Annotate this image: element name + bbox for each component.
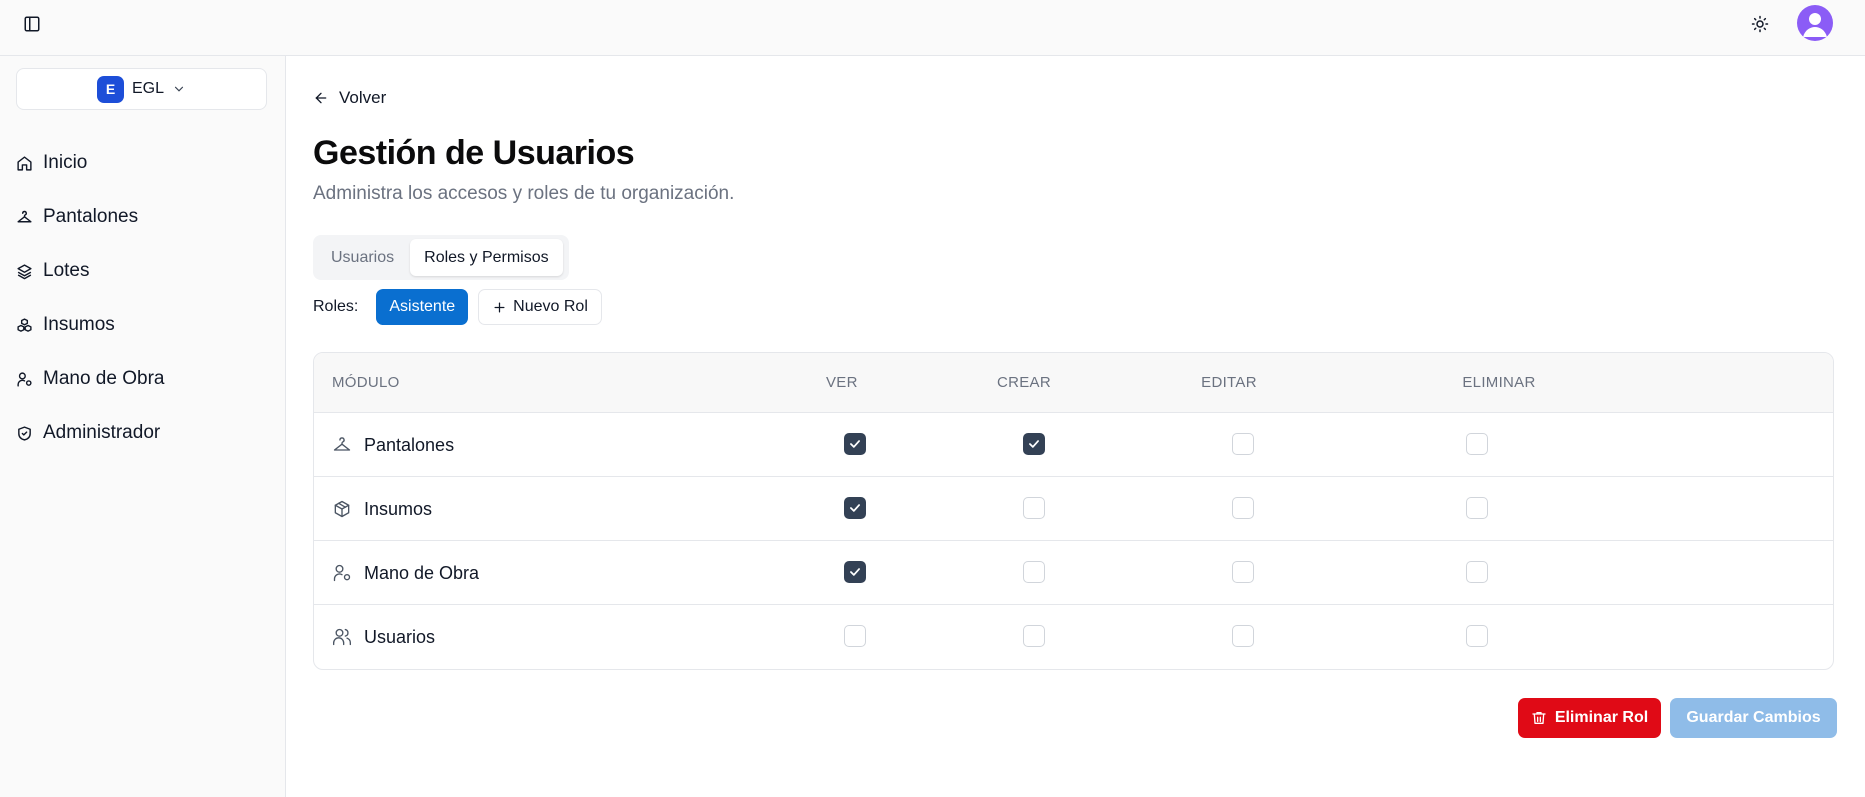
theme-toggle-sun-icon[interactable] [1747, 11, 1773, 37]
module-name: Usuarios [364, 626, 436, 647]
sidebar-item-label: Administrador [43, 422, 161, 443]
user-avatar[interactable] [1797, 5, 1833, 41]
org-switcher[interactable]: E EGL [16, 68, 267, 110]
page-subtitle: Administra los accesos y roles de tu org… [313, 183, 735, 204]
delete-role-button[interactable]: Eliminar Rol [1518, 698, 1661, 738]
sidebar: E EGL Inicio Pantalones Lotes Insumos Ma… [0, 56, 286, 797]
home-icon [17, 155, 32, 171]
sidebar-item-label: Mano de Obra [43, 368, 165, 389]
user-cog-icon [17, 371, 32, 387]
module-name: Pantalones [364, 434, 455, 455]
sidebar-toggle-icon[interactable] [20, 12, 44, 36]
checkbox-ver[interactable] [844, 625, 866, 647]
org-name: EGL [131, 80, 164, 97]
check-icon [850, 440, 860, 448]
trash-icon [1532, 712, 1546, 724]
plus-icon [494, 302, 505, 312]
role-asistente-button[interactable]: Asistente [376, 289, 469, 325]
checkbox-ver[interactable] [844, 433, 866, 455]
back-link[interactable]: Volver [313, 88, 386, 108]
checkbox-crear[interactable] [1023, 497, 1045, 519]
header-ver: VER [826, 374, 858, 391]
roles-label: Roles: [313, 298, 359, 315]
sidebar-item-label: Lotes [43, 260, 90, 281]
save-changes-button[interactable]: Guardar Cambios [1670, 698, 1837, 738]
sidebar-item-label: Pantalones [43, 206, 139, 227]
header-modulo: MÓDULO [332, 374, 400, 391]
top-bar [0, 0, 1865, 56]
page-title: Gestión de Usuarios [313, 134, 635, 172]
layers-icon [17, 263, 32, 279]
users-icon [333, 628, 351, 646]
header-crear: CREAR [996, 374, 1051, 391]
table-header: MÓDULO VER CREAR EDITAR ELIMINAR [314, 353, 1833, 413]
hanger-icon [17, 210, 32, 222]
checkbox-editar[interactable] [1232, 433, 1254, 455]
check-icon [1029, 440, 1039, 448]
module-cell: Pantalones [332, 413, 454, 477]
checkbox-crear[interactable] [1023, 561, 1045, 583]
checkbox-eliminar[interactable] [1466, 561, 1488, 583]
checkbox-editar[interactable] [1232, 625, 1254, 647]
boxes-icon [17, 317, 32, 332]
action-bar: Eliminar Rol Guardar Cambios [1518, 698, 1837, 738]
header-editar: EDITAR [1201, 374, 1257, 391]
checkbox-crear[interactable] [1023, 625, 1045, 647]
sidebar-item-insumos[interactable]: Insumos [16, 298, 270, 352]
new-role-button[interactable]: Nuevo Rol [478, 289, 602, 325]
user-avatar-icon [1803, 13, 1827, 37]
module-name: Mano de Obra [364, 562, 480, 583]
checkbox-eliminar[interactable] [1466, 625, 1488, 647]
checkbox-ver[interactable] [844, 497, 866, 519]
table-row: Insumos [314, 477, 1833, 541]
sidebar-item-label: Insumos [43, 314, 115, 335]
checkbox-editar[interactable] [1232, 561, 1254, 583]
shield-check-icon [18, 425, 31, 441]
sidebar-item-inicio[interactable]: Inicio [16, 136, 270, 190]
back-label: Volver [339, 88, 387, 107]
tab-list: Usuarios Roles y Permisos [313, 235, 569, 280]
checkbox-crear[interactable] [1023, 433, 1045, 455]
check-icon [850, 568, 860, 576]
table-body: Pantalones Insumos Mano de Obra Usuarios [314, 413, 1833, 669]
arrow-left-icon [315, 92, 327, 104]
module-cell: Mano de Obra [332, 541, 479, 605]
table-row: Pantalones [314, 413, 1833, 477]
package-icon [334, 500, 350, 518]
tab-roles-y-permisos[interactable]: Roles y Permisos [410, 239, 563, 276]
sidebar-item-lotes[interactable]: Lotes [16, 244, 270, 298]
sidebar-nav: Inicio Pantalones Lotes Insumos Mano de … [16, 136, 270, 460]
checkbox-eliminar[interactable] [1466, 433, 1488, 455]
sidebar-item-pantalones[interactable]: Pantalones [16, 190, 270, 244]
sidebar-item-mano-de-obra[interactable]: Mano de Obra [16, 352, 270, 406]
delete-role-label: Eliminar Rol [1554, 709, 1649, 726]
header-eliminar: ELIMINAR [1462, 374, 1536, 391]
hanger-icon [333, 437, 351, 451]
chevron-down-icon [174, 86, 184, 92]
check-icon [850, 504, 860, 512]
module-name: Insumos [364, 498, 433, 519]
sidebar-item-label: Inicio [43, 152, 88, 173]
roles-bar: Roles: Asistente Nuevo Rol [313, 289, 602, 325]
module-cell: Insumos [332, 477, 432, 541]
new-role-label: Nuevo Rol [513, 298, 588, 315]
permissions-table: MÓDULO VER CREAR EDITAR ELIMINAR Pantalo… [313, 352, 1834, 670]
sidebar-item-administrador[interactable]: Administrador [16, 406, 270, 460]
table-row: Mano de Obra [314, 541, 1833, 605]
tab-usuarios[interactable]: Usuarios [317, 239, 408, 276]
module-cell: Usuarios [332, 605, 435, 669]
checkbox-editar[interactable] [1232, 497, 1254, 519]
org-badge: E [96, 75, 124, 103]
checkbox-ver[interactable] [844, 561, 866, 583]
table-row: Usuarios [314, 605, 1833, 669]
checkbox-eliminar[interactable] [1466, 497, 1488, 519]
user-cog-icon [333, 564, 351, 582]
